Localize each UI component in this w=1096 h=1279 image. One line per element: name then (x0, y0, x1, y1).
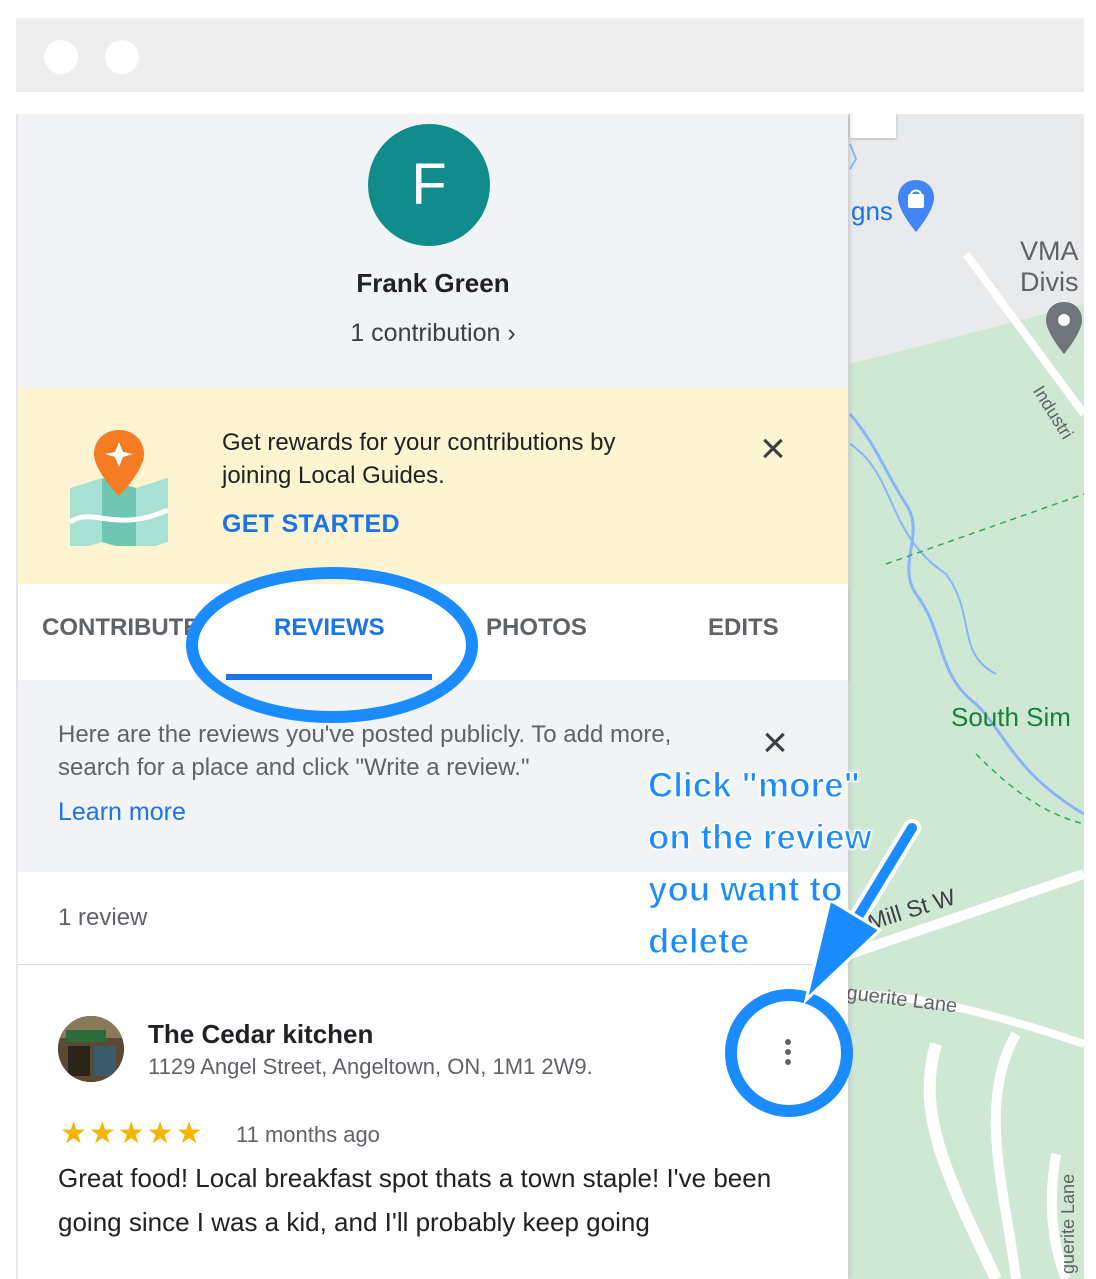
review-count: 1 review (58, 904, 148, 931)
star-rating: ★★★★★ (60, 1117, 205, 1150)
close-icon[interactable]: × (756, 427, 790, 471)
browser-title-bar (16, 18, 1084, 92)
location-pin-icon[interactable] (1044, 300, 1084, 356)
callout-line: delete (647, 921, 750, 961)
profile-side-panel: F Frank Green 1 contribution › Get rewar… (18, 114, 848, 1279)
tab-photos[interactable]: PHOTOS (486, 614, 587, 642)
place-name[interactable]: The Cedar kitchen (148, 1019, 373, 1050)
map-label-vma: VMA Divis (1020, 236, 1079, 298)
map-label-lane: guerite Lane (1058, 1173, 1078, 1274)
more-options-icon[interactable] (770, 1034, 806, 1070)
local-guides-banner: Get rewards for your contributions by jo… (18, 388, 848, 584)
map-label-signs: gns (851, 196, 893, 226)
profile-tabs: CONTRIBUTE REVIEWS PHOTOS EDITS (18, 584, 848, 680)
profile-name: Frank Green (356, 268, 510, 298)
map-label-south: South Sim (951, 702, 1071, 732)
callout-line: Click "more" (647, 765, 861, 805)
place-address: 1129 Angel Street, Angeltown, ON, 1M1 2W… (148, 1054, 593, 1079)
contributions-link[interactable]: 1 contribution › (18, 319, 848, 348)
callout-line: on the review (647, 817, 872, 857)
review-time: 11 months ago (236, 1122, 380, 1147)
map-control-tile[interactable] (850, 114, 896, 138)
review-text: Great food! Local breakfast spot thats a… (58, 1163, 772, 1237)
tab-contribute[interactable]: CONTRIBUTE (42, 614, 202, 642)
profile-header: F Frank Green 1 contribution › (18, 114, 848, 388)
window-control-dot[interactable] (105, 40, 139, 74)
get-started-button[interactable]: GET STARTED (222, 510, 400, 539)
window-control-dot[interactable] (44, 40, 78, 74)
tab-reviews[interactable]: REVIEWS (274, 614, 385, 642)
map-label-vma-text: VMA Divis (1020, 236, 1079, 297)
shopping-bag-pin-icon[interactable] (896, 178, 936, 234)
tab-edits[interactable]: EDITS (708, 614, 779, 642)
tutorial-callout: Click "more" on the review you want to d… (647, 760, 908, 968)
close-icon[interactable]: × (758, 721, 792, 765)
learn-more-link[interactable]: Learn more (58, 798, 186, 827)
avatar[interactable]: F (368, 124, 490, 246)
place-thumbnail[interactable] (58, 1016, 124, 1082)
maps-viewport: gns VMA Divis Industri South Sim Mill St… (16, 114, 1084, 1279)
callout-line: you want to (647, 869, 843, 909)
local-guides-map-icon (68, 430, 170, 546)
reviews-info-text: Here are the reviews you've posted publi… (58, 721, 672, 781)
promo-message: Get rewards for your contributions by jo… (222, 429, 616, 489)
